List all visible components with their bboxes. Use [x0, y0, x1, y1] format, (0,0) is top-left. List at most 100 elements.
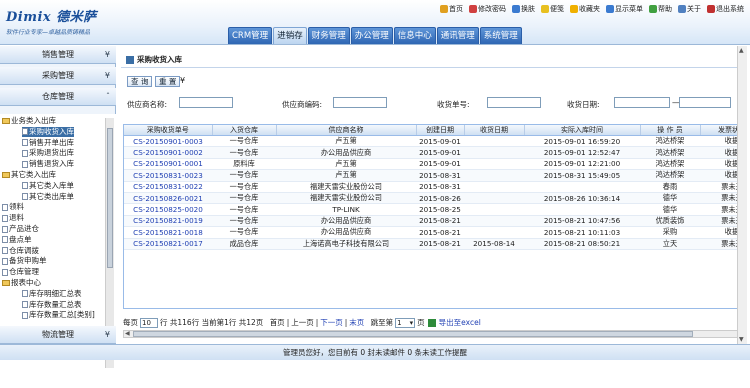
table-cell: 一号仓库 [212, 203, 276, 216]
receipt-date-from-input[interactable] [614, 97, 670, 108]
export-excel-link[interactable]: 导出至excel [439, 316, 481, 330]
document-icon [22, 311, 28, 319]
sidebar-header-purchase[interactable]: 采购管理 ¥ [0, 67, 116, 85]
tree-item[interactable]: 产品进仓 [2, 224, 39, 234]
table-row[interactable]: CS-20150825-0020 一号仓库 TP-LINK 2015-08-25 德华票… [124, 203, 744, 216]
first-page-link[interactable]: 首页 [270, 316, 285, 330]
scrollbar-thumb[interactable] [107, 128, 113, 268]
horizontal-scrollbar[interactable]: ◀ ▶ [123, 330, 745, 338]
tree-item[interactable]: 退料 [2, 213, 24, 223]
table-row[interactable]: CS-20150831-0022 一号仓库 福建天雷实业股份公司 2015-08-31… [124, 181, 744, 193]
vertical-scrollbar[interactable]: ▲ ▼ [737, 46, 747, 344]
reset-button[interactable]: 重 置 [155, 76, 181, 87]
tree-item[interactable]: 库存数量汇总[类别] [22, 310, 95, 320]
receipt-no-input[interactable] [487, 97, 541, 108]
toplink-exit[interactable]: 退出系统 [707, 4, 744, 14]
nav-tab-3[interactable]: 办公管理 [350, 27, 393, 44]
receipt-date-to-input[interactable] [679, 97, 731, 108]
tree-item[interactable]: 采购收货入库 [22, 126, 74, 137]
receipt-no-link[interactable]: CS-20150901-0001 [124, 158, 212, 171]
page-select[interactable]: 1 ▾ [395, 318, 416, 328]
table-cell: 一号仓库 [212, 181, 276, 193]
sidebar-header-logistics[interactable]: 物流管理 ¥ [0, 326, 116, 344]
toplink-star[interactable]: 收藏夹 [570, 4, 600, 14]
receipt-no-link[interactable]: CS-20150901-0003 [124, 135, 212, 148]
supplier-name-label: 供应商名称: [127, 100, 168, 109]
nav-tab-0[interactable]: CRM管理 [228, 27, 273, 44]
table-row[interactable]: CS-20150901-0002 一号仓库 办公用品供应商 2015-09-01 201… [124, 146, 744, 159]
toplink-note[interactable]: 便笺 [541, 4, 564, 14]
page-suffix: 页 [417, 318, 425, 327]
table-row[interactable]: CS-20150831-0023 一号仓库 卢五第 2015-08-31 2015-08… [124, 169, 744, 182]
tree-folder[interactable]: 其它类入出库 [2, 170, 56, 180]
nav-tab-4[interactable]: 信息中心 [393, 27, 436, 44]
table-row[interactable]: CS-20150821-0018 一号仓库 办公用品供应商 2015-08-21 201… [124, 226, 744, 239]
tree-item[interactable]: 盘点单 [2, 235, 32, 245]
column-header[interactable]: 收货日期 [464, 125, 525, 136]
receipt-no-link[interactable]: CS-20150901-0002 [124, 146, 212, 159]
tree-folder[interactable]: 报表中心 [2, 278, 41, 288]
table-row[interactable]: CS-20150821-0017 成品仓库 上海诺高电子科技有限公司 2015-08-… [124, 238, 744, 250]
toplink-about[interactable]: 关于 [678, 4, 701, 14]
tree-item[interactable]: 销售退货入库 [22, 159, 74, 169]
chevron-double-down-icon[interactable]: ¥ [180, 76, 185, 85]
column-header[interactable]: 创建日期 [416, 125, 465, 136]
next-page-link[interactable]: 下一页 [320, 316, 343, 330]
supplier-name-input[interactable] [179, 97, 233, 108]
table-row[interactable]: CS-20150821-0019 一号仓库 办公用品供应商 2015-08-21 201… [124, 215, 744, 228]
receipt-no-link[interactable]: CS-20150821-0019 [124, 215, 212, 228]
nav-tab-2[interactable]: 财务管理 [307, 27, 350, 44]
receipt-no-link[interactable]: CS-20150831-0023 [124, 169, 212, 182]
table-row[interactable]: CS-20150901-0001 原料库 卢五第 2015-09-01 2015-09-… [124, 158, 744, 171]
receipt-no-link[interactable]: CS-20150831-0022 [124, 181, 212, 193]
table-row[interactable]: CS-20150901-0003 一号仓库 卢五第 2015-09-01 2015-09… [124, 135, 744, 148]
sidebar-header-warehouse[interactable]: 仓库管理 ˆ [0, 88, 116, 106]
page-select-value: 1 [397, 319, 402, 327]
scroll-up-icon[interactable]: ▲ [739, 47, 744, 54]
toplink-home[interactable]: 首页 [440, 4, 463, 14]
tree-item[interactable]: 仓库管理 [2, 267, 39, 277]
receipt-no-link[interactable]: CS-20150821-0018 [124, 226, 212, 239]
toplink-key[interactable]: 修改密码 [469, 4, 506, 14]
toplink-label: 首页 [449, 5, 463, 13]
column-header[interactable]: 入货仓库 [212, 125, 277, 136]
column-header[interactable]: 采购收货单号 [124, 125, 213, 136]
scroll-down-icon[interactable]: ▼ [739, 336, 744, 343]
tree-item[interactable]: 库存数量汇总表 [22, 300, 82, 310]
toplink-skin[interactable]: 换肤 [512, 4, 535, 14]
sidebar-header-sales[interactable]: 销售管理 ¥ [0, 46, 116, 64]
tree-item[interactable]: 销售开单出库 [22, 138, 74, 148]
tree-folder[interactable]: 业务类入出库 [2, 116, 56, 126]
tree-item[interactable]: 采购退货出库 [22, 148, 74, 158]
column-header[interactable]: 供应商名称 [276, 125, 417, 136]
tree-item[interactable]: 领料 [2, 202, 24, 212]
toplink-menu[interactable]: 显示菜单 [606, 4, 643, 14]
column-header[interactable]: 实际入库时间 [524, 125, 641, 136]
receipt-no-link[interactable]: CS-20150821-0017 [124, 238, 212, 250]
prev-page-link[interactable]: 上一页 [291, 316, 314, 330]
table-cell: 2015-08-31 [416, 169, 464, 182]
nav-tab-1[interactable]: 进销存 [273, 27, 307, 44]
receipt-no-link[interactable]: CS-20150826-0021 [124, 192, 212, 205]
tree-item-label: 备货申购单 [9, 256, 47, 266]
query-button[interactable]: 查 询 [127, 76, 153, 87]
toplink-help[interactable]: 帮助 [649, 4, 672, 14]
scroll-left-icon[interactable]: ◀ [125, 330, 130, 337]
tree-item[interactable]: 备货申购单 [2, 256, 47, 266]
tree-item[interactable]: 其它类入库单 [22, 181, 74, 191]
table-row[interactable]: CS-20150826-0021 一号仓库 福建天雷实业股份公司 2015-08-26… [124, 192, 744, 205]
scrollbar-thumb[interactable] [133, 331, 693, 337]
tree-item-label: 领料 [9, 202, 24, 212]
document-icon [22, 149, 28, 157]
nav-tab-6[interactable]: 系统管理 [479, 27, 522, 44]
nav-tab-5[interactable]: 通讯管理 [436, 27, 479, 44]
tree-item[interactable]: 仓库调拨 [2, 246, 39, 256]
column-header[interactable]: 操 作 员 [640, 125, 701, 136]
supplier-code-label: 供应商编码: [282, 100, 323, 109]
supplier-code-input[interactable] [333, 97, 387, 108]
receipt-no-link[interactable]: CS-20150825-0020 [124, 203, 212, 216]
last-page-link[interactable]: 末页 [349, 316, 364, 330]
per-page-input[interactable]: 10 [140, 318, 158, 328]
tree-item[interactable]: 库存明细汇总表 [22, 289, 82, 299]
tree-item[interactable]: 其它类出库单 [22, 192, 74, 202]
